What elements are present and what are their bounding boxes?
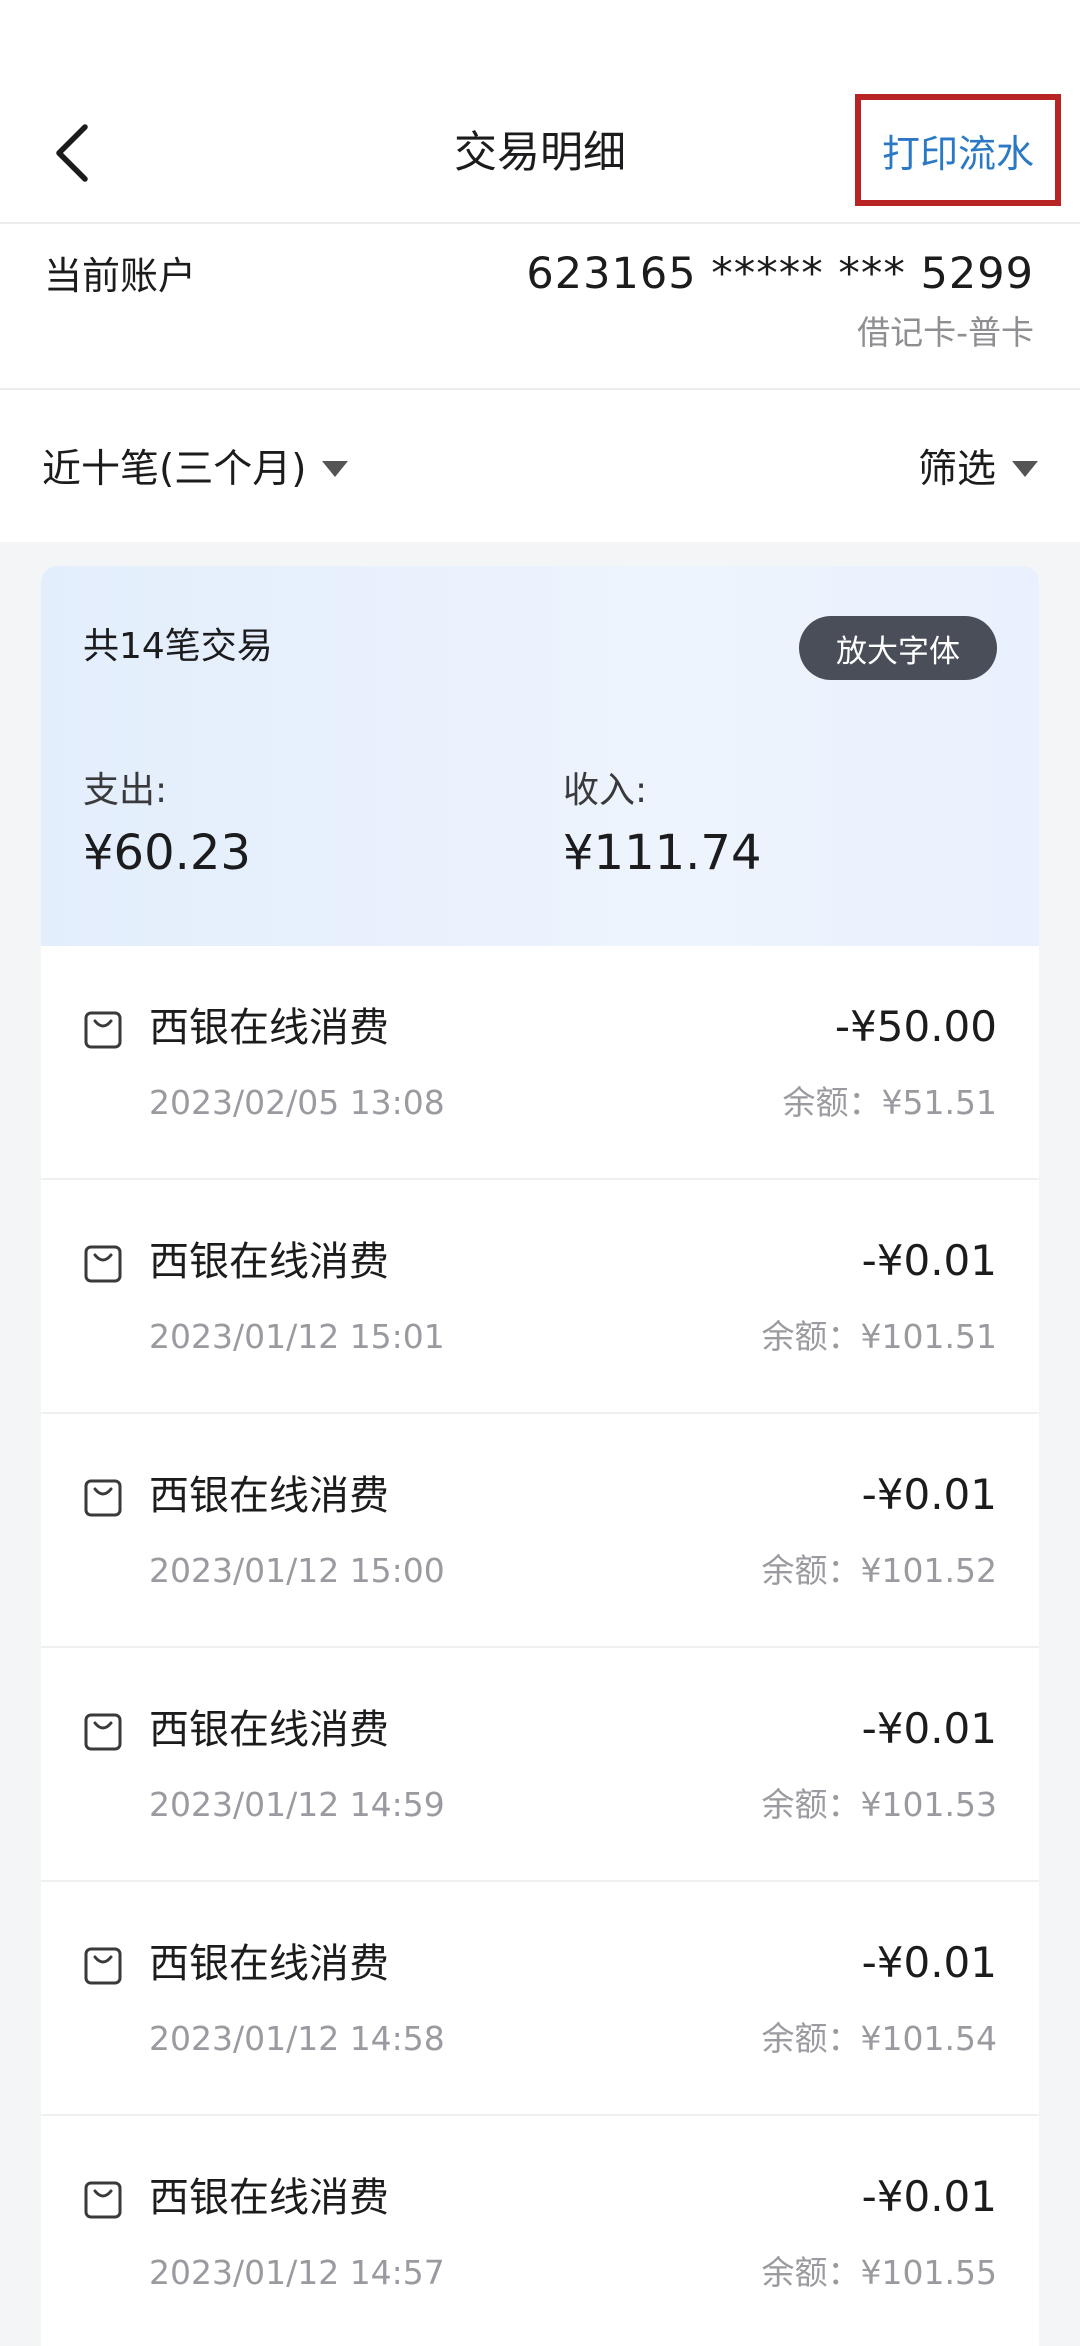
caret-down-icon [1012, 461, 1038, 477]
transaction-balance: 余额：¥101.54 [761, 2019, 997, 2058]
transaction-row[interactable]: 西银在线消费 -¥0.01 2023/01/12 15:00 余额：¥101.5… [41, 1414, 1039, 1648]
transaction-amount: -¥0.01 [861, 1470, 997, 1519]
transaction-balance: 余额：¥101.53 [761, 1785, 997, 1824]
transaction-merchant: 西银在线消费 [149, 1473, 389, 1519]
transaction-merchant: 西银在线消费 [149, 1239, 389, 1285]
period-label: 近十笔(三个月) [42, 447, 307, 492]
transaction-merchant: 西银在线消费 [149, 1941, 389, 1987]
print-statement-label: 打印流水 [881, 131, 1034, 176]
transaction-amount: -¥0.01 [861, 1704, 997, 1753]
summary-panel: 共14笔交易 放大字体 支出: ¥60.23 收入: ¥111.74 [41, 566, 1039, 946]
shopping-bag-icon [84, 1947, 122, 1985]
period-dropdown[interactable]: 近十笔(三个月) [42, 438, 349, 494]
account-type: 借记卡-普卡 [857, 313, 1034, 352]
transaction-date: 2023/01/12 14:59 [149, 1785, 445, 1824]
print-statement-button[interactable]: 打印流水 [855, 94, 1061, 206]
shopping-bag-icon [84, 1245, 122, 1283]
transaction-count: 共14笔交易 [83, 626, 273, 667]
expense-value: ¥60.23 [83, 825, 251, 881]
transaction-balance: 余额：¥101.51 [761, 1317, 997, 1356]
transaction-row[interactable]: 西银在线消费 -¥0.01 2023/01/12 15:01 余额：¥101.5… [41, 1180, 1039, 1414]
transaction-row[interactable]: 西银在线消费 -¥0.01 2023/01/12 14:58 余额：¥101.5… [41, 1882, 1039, 2116]
transaction-merchant: 西银在线消费 [149, 1005, 389, 1051]
transaction-date: 2023/01/12 14:58 [149, 2019, 445, 2058]
shopping-bag-icon [84, 1713, 122, 1751]
transaction-amount: -¥0.01 [861, 1236, 997, 1285]
enlarge-font-label: 放大字体 [836, 633, 960, 670]
transaction-date: 2023/02/05 13:08 [149, 1083, 445, 1122]
transaction-amount: -¥50.00 [834, 1002, 997, 1051]
transaction-row[interactable]: 西银在线消费 -¥50.00 2023/02/05 13:08 余额：¥51.5… [41, 946, 1039, 1180]
enlarge-font-button[interactable]: 放大字体 [799, 616, 997, 680]
transaction-merchant: 西银在线消费 [149, 1707, 389, 1753]
filter-bar: 近十笔(三个月) 筛选 [0, 390, 1080, 542]
account-number: 623165 ***** *** 5299 [526, 249, 1034, 299]
transaction-row[interactable]: 西银在线消费 -¥0.01 2023/01/12 14:57 余额：¥101.5… [41, 2116, 1039, 2346]
transaction-row[interactable]: 西银在线消费 -¥0.01 2023/01/12 14:59 余额：¥101.5… [41, 1648, 1039, 1882]
account-label: 当前账户 [44, 254, 197, 298]
caret-down-icon [322, 461, 349, 477]
income-value: ¥111.74 [563, 825, 762, 881]
shopping-bag-icon [84, 1011, 122, 1049]
shopping-bag-icon [84, 1479, 122, 1517]
expense-label: 支出: [83, 770, 168, 811]
transactions-card: 共14笔交易 放大字体 支出: ¥60.23 收入: ¥111.74 西银在线消… [41, 566, 1039, 2346]
transaction-balance: 余额：¥101.55 [761, 2253, 997, 2292]
page-title: 交易明细 [454, 128, 626, 178]
transaction-date: 2023/01/12 15:01 [149, 1317, 445, 1356]
shopping-bag-icon [84, 2181, 122, 2219]
status-bar-area [0, 0, 1080, 92]
transaction-amount: -¥0.01 [861, 1938, 997, 1987]
account-section: 当前账户 623165 ***** *** 5299 借记卡-普卡 [0, 224, 1080, 390]
transaction-amount: -¥0.01 [861, 2172, 997, 2221]
filter-dropdown[interactable]: 筛选 [918, 438, 1038, 494]
filter-label: 筛选 [917, 447, 996, 492]
transaction-date: 2023/01/12 15:00 [149, 1551, 445, 1590]
income-label: 收入: [563, 770, 648, 811]
transaction-list: 西银在线消费 -¥50.00 2023/02/05 13:08 余额：¥51.5… [41, 946, 1039, 2346]
transaction-balance: 余额：¥101.52 [761, 1551, 997, 1590]
transaction-merchant: 西银在线消费 [149, 2175, 389, 2221]
transaction-balance: 余额：¥51.51 [782, 1083, 997, 1122]
transaction-date: 2023/01/12 14:57 [149, 2253, 445, 2292]
navigation-bar: 交易明细 打印流水 [0, 92, 1080, 224]
chevron-left-icon [56, 124, 88, 182]
back-button[interactable] [38, 118, 108, 188]
